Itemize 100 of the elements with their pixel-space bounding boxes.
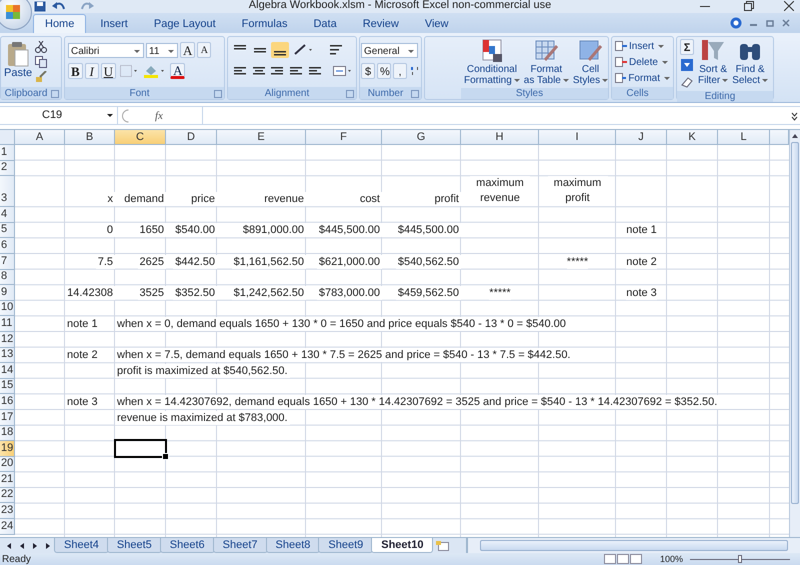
insert-function-button[interactable]: fx <box>155 110 163 122</box>
underline-button[interactable]: U <box>100 63 116 79</box>
fill-down-icon[interactable] <box>680 58 694 72</box>
currency-button[interactable]: $ <box>361 63 375 79</box>
row-header[interactable]: 20 <box>0 456 15 472</box>
caret-icon <box>662 60 668 64</box>
italic-button[interactable]: I <box>84 63 99 79</box>
ribbon-tab[interactable]: Data <box>301 14 349 33</box>
row-header[interactable]: 7 <box>0 254 15 270</box>
column-header[interactable]: J <box>616 130 667 145</box>
cell-text: $783,000.00 <box>316 286 382 300</box>
column-header[interactable]: F <box>306 130 382 145</box>
copy-icon[interactable] <box>35 56 48 68</box>
row-header[interactable]: 4 <box>0 207 15 223</box>
sheet-tab[interactable]: Sheet10 <box>371 538 434 553</box>
cells-icon <box>615 40 627 52</box>
row-header[interactable]: 11 <box>0 316 15 332</box>
row-header[interactable]: 5 <box>0 222 15 238</box>
row-header[interactable]: 9 <box>0 285 15 301</box>
grow-font-button[interactable]: A <box>180 42 196 58</box>
ribbon-tab[interactable]: View <box>412 14 460 33</box>
ribbon-tab[interactable]: Formulas <box>230 14 300 33</box>
eraser-icon[interactable] <box>680 75 694 89</box>
active-cell[interactable] <box>114 439 167 458</box>
styles-button[interactable]: Conditional Formatting <box>464 38 520 86</box>
bold-button[interactable]: B <box>68 63 83 79</box>
cells-button[interactable]: Insert <box>615 39 670 53</box>
cell-brush-icon <box>577 38 604 64</box>
row-header[interactable]: 17 <box>0 410 15 426</box>
ribbon-tab[interactable]: Insert <box>88 14 140 33</box>
row-header[interactable]: 2 <box>0 160 15 176</box>
help-icon[interactable] <box>730 17 742 29</box>
styles-button[interactable]: Cell Styles <box>572 38 608 86</box>
cells-button[interactable]: Format <box>615 71 670 85</box>
restore-icon[interactable] <box>744 1 754 11</box>
row-header[interactable]: 16 <box>0 394 15 410</box>
column-header[interactable]: D <box>166 130 217 145</box>
brush-icon[interactable] <box>35 71 48 83</box>
zoom-slider[interactable] <box>738 555 742 563</box>
row-header[interactable]: 8 <box>0 270 15 286</box>
column-header[interactable]: G <box>382 130 461 145</box>
font-color-button[interactable]: A <box>170 63 186 79</box>
column-header[interactable]: K <box>667 130 718 145</box>
row-header[interactable]: 18 <box>0 426 15 442</box>
row-header[interactable]: 10 <box>0 300 15 316</box>
row-header[interactable]: 1 <box>0 145 15 161</box>
column-header[interactable]: L <box>718 130 770 145</box>
ribbon-tab[interactable]: Page Layout <box>142 14 228 33</box>
row-header[interactable]: 15 <box>0 378 15 394</box>
row-header[interactable]: 3 <box>0 176 15 208</box>
cells-button[interactable]: Delete <box>615 55 670 69</box>
column-header[interactable]: I <box>539 130 616 145</box>
sheet-tab[interactable]: Sheet4 <box>54 538 109 553</box>
row-header[interactable]: 13 <box>0 348 15 364</box>
row-header[interactable]: 22 <box>0 488 15 504</box>
row-header[interactable]: 14 <box>0 363 15 379</box>
shrink-font-button[interactable]: A <box>197 42 212 58</box>
column-header[interactable]: C <box>115 130 166 145</box>
row-header[interactable]: 6 <box>0 238 15 254</box>
ribbon-tab[interactable]: Home <box>33 14 86 33</box>
clipboard-icon <box>7 41 30 67</box>
sheet-tab[interactable]: Sheet8 <box>266 538 320 553</box>
scissors-icon[interactable] <box>35 41 48 53</box>
save-icon[interactable] <box>34 1 46 12</box>
column-header[interactable]: E <box>217 130 306 145</box>
name-box[interactable]: C19 <box>0 107 118 124</box>
font-size-field[interactable]: 11 <box>146 42 178 58</box>
editing-button[interactable]: Find & Select <box>732 38 768 86</box>
row-header[interactable]: 24 <box>0 519 15 535</box>
editing-button[interactable]: Sort & Filter <box>698 38 728 86</box>
row-header[interactable]: 12 <box>0 332 15 348</box>
font-name-field[interactable]: Calibri <box>68 42 144 58</box>
zoom-level[interactable]: 100% <box>660 553 684 565</box>
ribbon-tab[interactable]: Review <box>350 14 411 33</box>
vertical-scrollbar[interactable] <box>789 130 800 537</box>
sheet-tab[interactable]: Sheet6 <box>160 538 215 553</box>
horizontal-scrollbar[interactable] <box>466 538 800 553</box>
align-icon[interactable] <box>271 42 289 58</box>
column-header[interactable]: B <box>65 130 115 145</box>
row-header[interactable]: 21 <box>0 472 15 488</box>
merge-icon[interactable] <box>330 63 353 79</box>
close-icon[interactable] <box>784 1 794 11</box>
paste-button[interactable]: Paste <box>4 39 32 85</box>
insert-sheet-icon[interactable] <box>435 540 452 552</box>
column-header[interactable]: A <box>15 130 65 145</box>
office-button[interactable] <box>0 0 32 30</box>
undo-icon[interactable] <box>52 1 66 12</box>
percent-button[interactable]: % <box>377 63 391 79</box>
cell-text: $442.50 <box>173 254 217 269</box>
sheet-tab[interactable]: Sheet5 <box>106 538 162 553</box>
sheet-tab[interactable]: Sheet7 <box>212 538 268 553</box>
autosum-button[interactable]: Σ <box>680 39 694 55</box>
row-header[interactable]: 19 <box>0 441 15 457</box>
column-header[interactable]: H <box>461 130 539 145</box>
number-format-field[interactable]: General <box>361 42 418 58</box>
styles-button[interactable]: Format as Table <box>524 38 569 86</box>
comma-button[interactable]: , <box>393 63 407 79</box>
row-header[interactable]: 23 <box>0 503 15 520</box>
sheet-tab[interactable]: Sheet9 <box>318 538 374 553</box>
view-buttons-icon[interactable] <box>604 554 642 564</box>
